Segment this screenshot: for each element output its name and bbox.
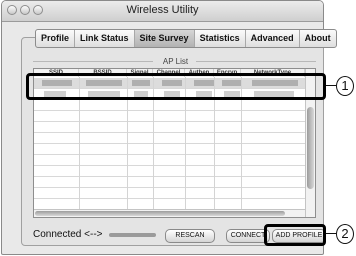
tab-profile[interactable]: Profile bbox=[36, 30, 76, 47]
callout-2: 2 bbox=[336, 224, 354, 244]
window-title: Wireless Utility bbox=[126, 4, 199, 16]
table-row[interactable] bbox=[34, 155, 305, 166]
rescan-button[interactable]: RESCAN bbox=[165, 229, 215, 243]
table-row[interactable] bbox=[34, 177, 305, 188]
redacted-connection-name bbox=[109, 233, 156, 237]
tab-advanced[interactable]: Advanced bbox=[246, 30, 300, 47]
horizontal-scroll-thumb[interactable] bbox=[35, 211, 285, 216]
table-row[interactable] bbox=[34, 166, 305, 177]
callout-1: 1 bbox=[336, 76, 354, 96]
table-row[interactable] bbox=[34, 100, 305, 111]
tab-bar: Profile Link Status Site Survey Statisti… bbox=[35, 29, 337, 48]
callout-leader bbox=[326, 85, 336, 86]
title-bar: Wireless Utility bbox=[2, 1, 323, 22]
tab-site-survey[interactable]: Site Survey bbox=[134, 30, 195, 47]
tab-about[interactable]: About bbox=[300, 30, 336, 47]
tab-statistics[interactable]: Statistics bbox=[195, 30, 246, 47]
table-row[interactable] bbox=[34, 111, 305, 122]
connection-status: Connected <--> bbox=[33, 229, 103, 240]
ap-list-label: AP List bbox=[162, 57, 189, 66]
highlight-add-profile bbox=[264, 224, 326, 246]
horizontal-scrollbar[interactable] bbox=[34, 209, 305, 217]
table-row[interactable] bbox=[34, 188, 305, 199]
highlight-ap-rows bbox=[26, 73, 326, 100]
table-row[interactable] bbox=[34, 144, 305, 155]
vertical-scroll-thumb[interactable] bbox=[307, 107, 314, 189]
tab-link-status[interactable]: Link Status bbox=[75, 30, 135, 47]
table-row[interactable] bbox=[34, 133, 305, 144]
table-row[interactable] bbox=[34, 122, 305, 133]
callout-leader bbox=[326, 233, 336, 234]
